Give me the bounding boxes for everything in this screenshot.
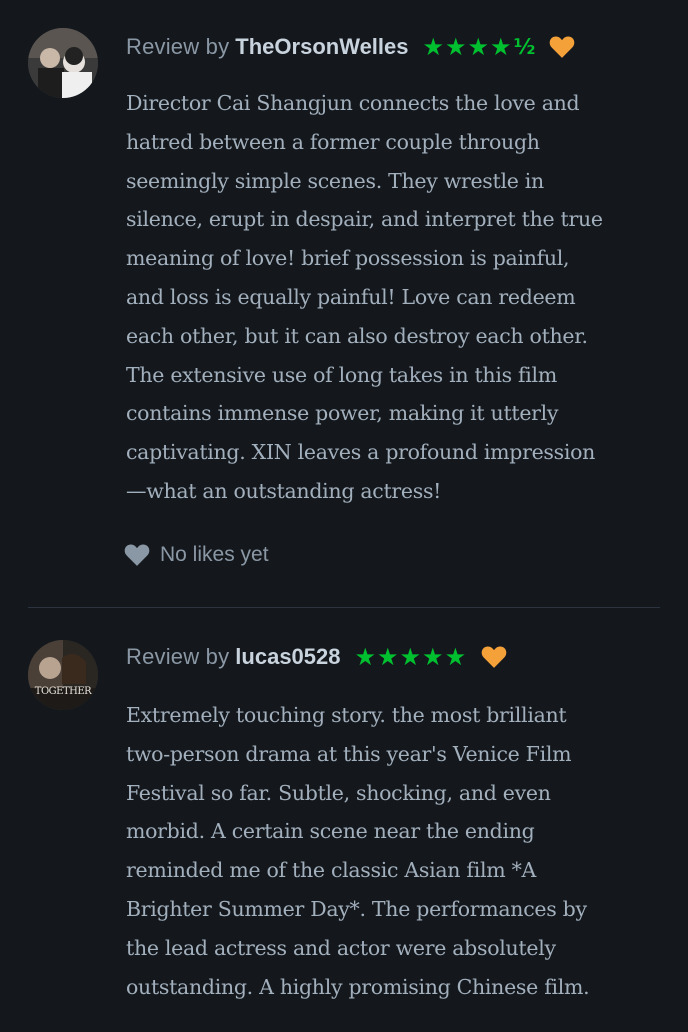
likes-row[interactable]: No likes yet (124, 540, 269, 570)
username-link[interactable]: TheOrsonWelles (235, 34, 408, 60)
review-text: Director Cai Shangjun connects the love … (126, 91, 603, 503)
likes-count-label: No likes yet (160, 543, 269, 566)
liked-heart-icon (481, 645, 507, 669)
like-heart-icon[interactable] (124, 543, 150, 567)
rating-stars: ★★★★ (422, 33, 513, 61)
user-avatar[interactable] (28, 28, 98, 98)
avatar-image (28, 640, 98, 710)
review-header: Review by TheOrsonWelles ★★★★ ½ (126, 30, 575, 64)
avatar-image (28, 28, 98, 98)
review-text: Extremely touching story. the most brill… (126, 703, 590, 999)
review-header: Review by lucas0528 ★★★★★ (126, 640, 507, 674)
review-by-label: Review by (126, 644, 230, 669)
username-link[interactable]: lucas0528 (235, 644, 340, 670)
review-divider (28, 607, 660, 608)
rating-half-star: ½ (513, 35, 536, 59)
review-by-label: Review by (126, 34, 230, 59)
user-avatar[interactable]: TOGETHER (28, 640, 98, 710)
avatar-caption: TOGETHER (34, 686, 92, 697)
liked-heart-icon (549, 35, 575, 59)
rating-stars: ★★★★★ (354, 643, 468, 671)
